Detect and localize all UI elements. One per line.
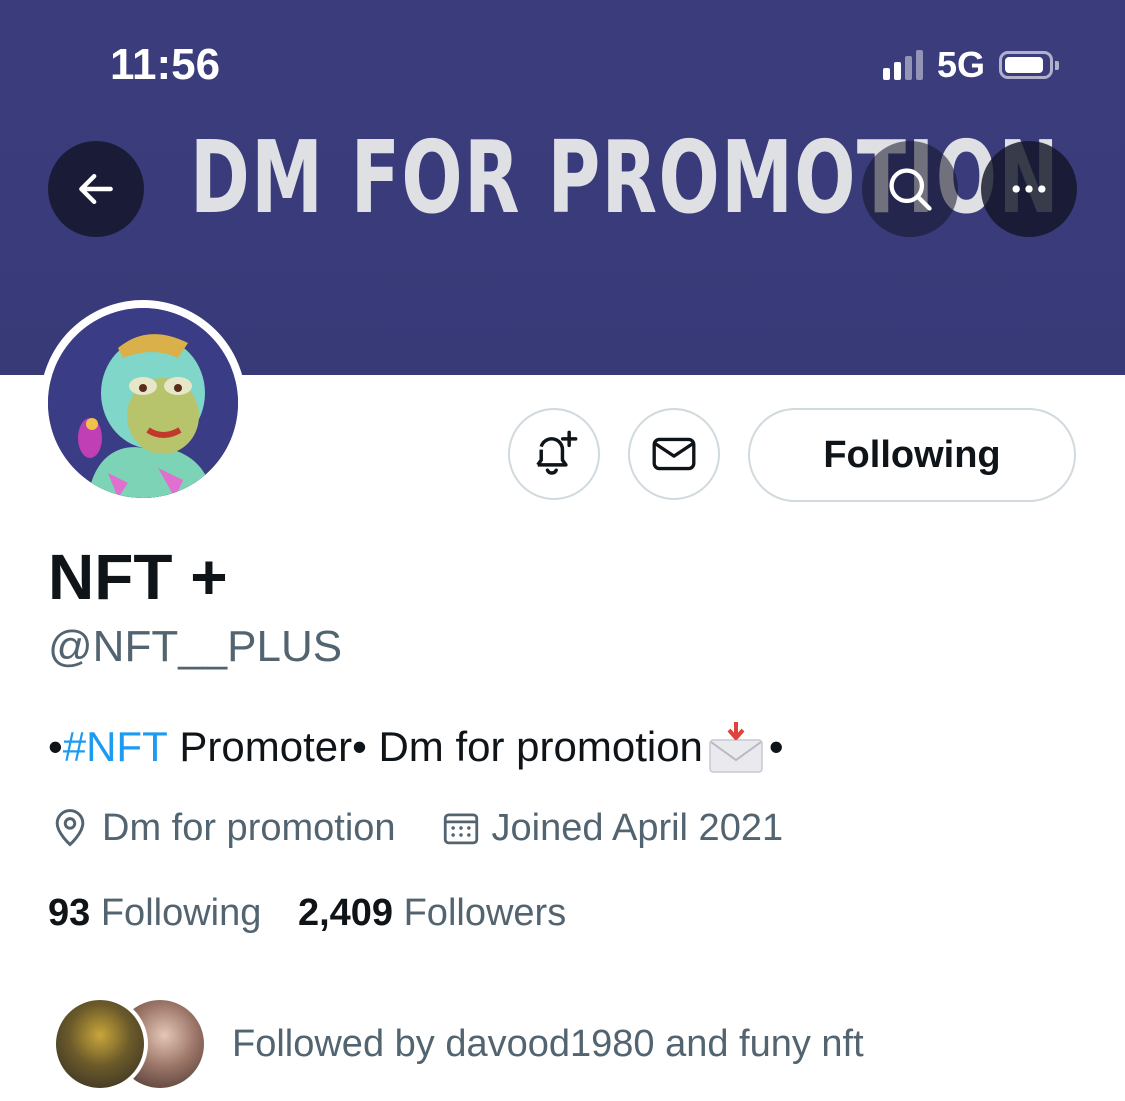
network-label: 5G [936,44,985,85]
location-pin-icon [55,809,85,847]
envelope-icon [652,437,696,471]
status-time: 11:56 [110,40,221,89]
location-text: Dm for promotion [102,806,396,849]
calendar-icon [443,813,478,845]
message-button[interactable] [628,408,720,500]
search-button[interactable] [862,141,958,237]
notify-button[interactable] [508,408,600,500]
followers-stat[interactable]: 2,409 Followers [298,892,566,934]
following-label: Following [100,892,262,934]
signal-icon [882,50,923,80]
battery-icon [999,51,1059,79]
followers-label: Followers [403,892,567,934]
profile-joined: Joined April 2021 [440,806,784,850]
profile-location: Dm for promotion [48,806,396,850]
arrow-left-icon [79,173,113,205]
bell-plus-icon [536,430,578,475]
avatar-image [48,308,238,498]
following-button[interactable]: Following [748,408,1076,502]
followed-by-row[interactable]: Followed by davood1980 and funy nft [52,996,864,1092]
profile-bio: • #NFT Promoter• Dm for promotion • [48,720,784,774]
following-count: 93 [48,892,91,934]
status-indicators: 5G [882,44,1059,86]
following-stat[interactable]: 93 Following [48,892,261,934]
bio-text: Promoter• Dm for promotion [167,723,703,770]
joined-text: Joined April 2021 [491,806,784,849]
profile-stats: 93 Following 2,409 Followers [48,892,566,935]
bio-hashtag-link[interactable]: #NFT [63,723,168,771]
search-icon [889,168,932,211]
profile-handle: @NFT__PLUS [48,622,343,671]
followers-count: 2,409 [297,892,394,934]
back-button[interactable] [48,141,144,237]
profile-avatar[interactable] [40,300,246,506]
display-name: NFT + [48,541,228,613]
bio-prefix: • [48,723,63,770]
more-button[interactable] [981,141,1077,237]
more-dots-icon [1012,185,1046,193]
followed-by-text: Followed by davood1980 and funy nft [232,1022,864,1065]
ape-avatar-icon [48,308,238,498]
follower-avatar [52,996,148,1092]
bio-suffix: • [768,723,784,770]
incoming-envelope-emoji-icon [709,722,763,773]
profile-meta: Dm for promotion Joined April 2021 [48,806,783,850]
